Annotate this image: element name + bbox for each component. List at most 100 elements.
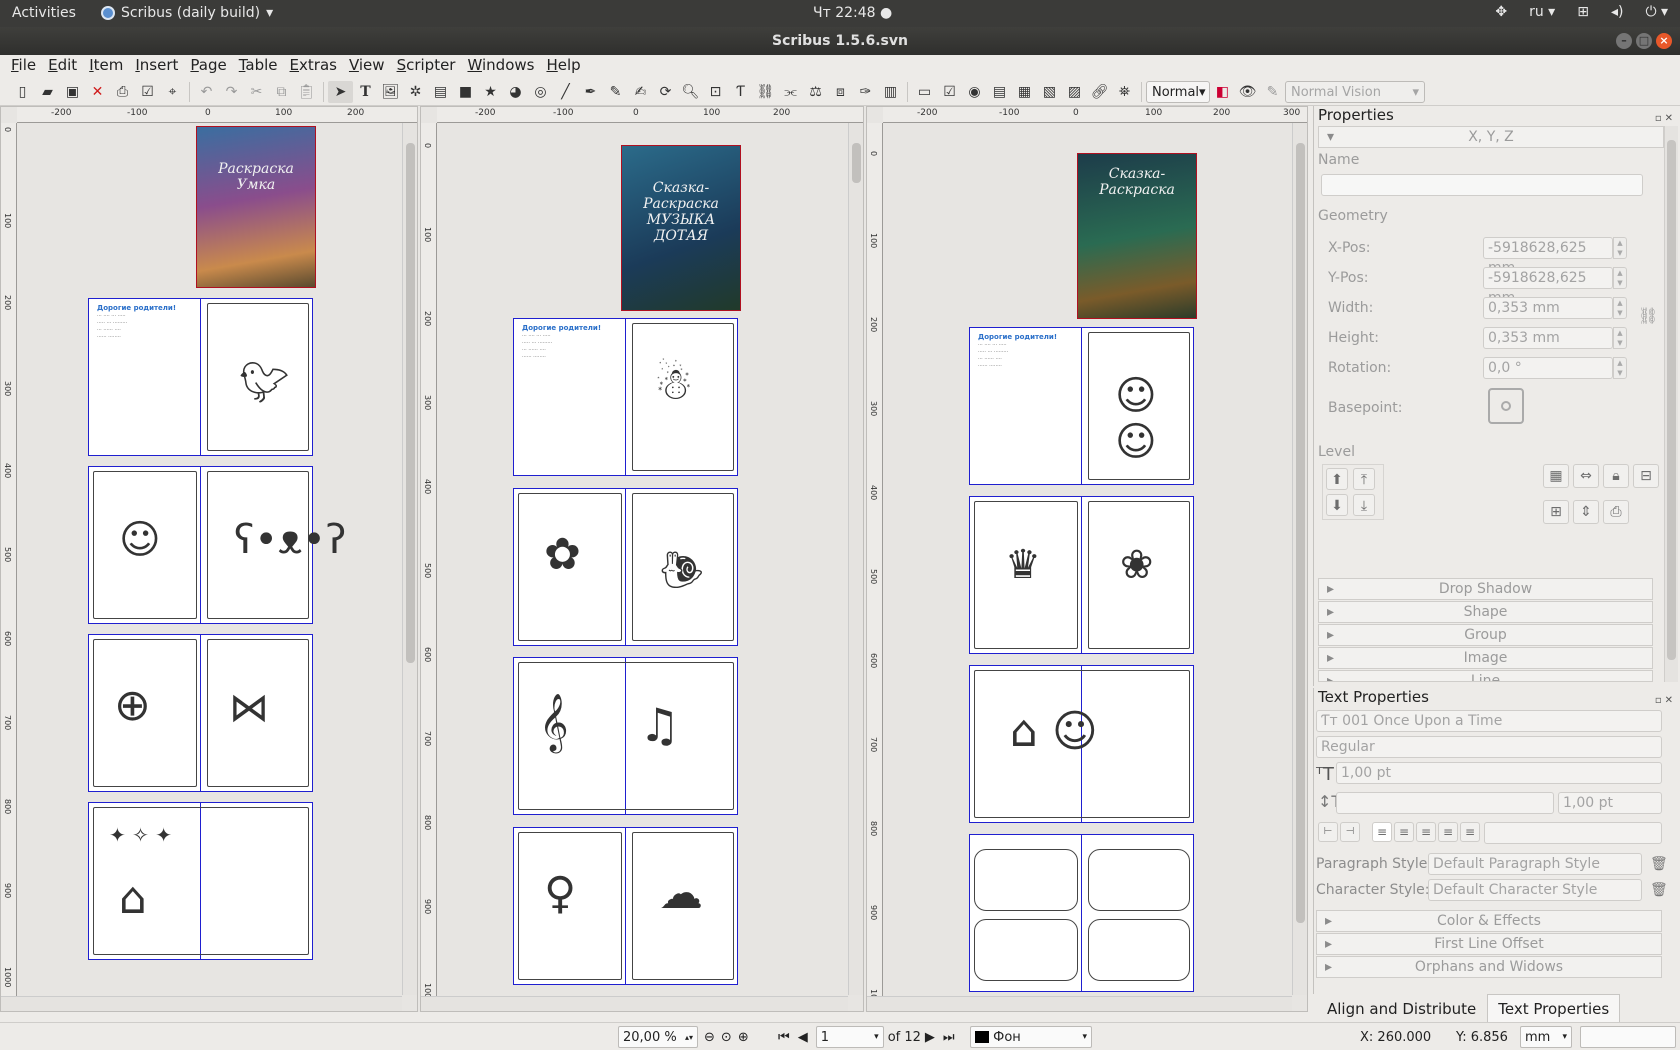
edit-mode-icon[interactable]: ✎ — [1260, 81, 1285, 103]
page-number-field[interactable]: 1 ▾ — [815, 1026, 884, 1048]
paragraph-style-select[interactable]: Default Paragraph Style — [1428, 853, 1642, 875]
status-extra-field[interactable] — [1580, 1026, 1676, 1048]
ypos-field[interactable]: -5918628,625 mm — [1483, 267, 1613, 306]
save-icon[interactable]: ▣ — [60, 81, 85, 103]
menu-insert[interactable]: Insert — [130, 55, 185, 79]
horizontal-scrollbar[interactable] — [421, 996, 848, 1011]
ungroup-icon[interactable]: ⊞ — [1543, 500, 1569, 524]
menu-scripter[interactable]: Scripter — [392, 55, 463, 79]
vertical-scrollbar[interactable] — [1292, 123, 1307, 995]
pdf-action-icon[interactable]: ⛯ — [1112, 81, 1137, 103]
arc-tool-icon[interactable]: ◕ — [503, 81, 528, 103]
preview-mode-icon[interactable]: 👁︎ — [1235, 81, 1260, 103]
trash-icon[interactable]: 🗑︎ — [1650, 882, 1668, 898]
export-pdf-icon[interactable]: ⌖ — [160, 81, 185, 103]
flip-vertical-icon[interactable]: ⇕ — [1573, 500, 1599, 524]
page-spread[interactable]: ✦ ✧ ✦ ⌂ — [88, 802, 313, 960]
document-view-1[interactable]: -200 -100 0 100 200 0 100 200 300 400 50… — [0, 106, 418, 1012]
page-spread[interactable]: Дорогие родители! ··· ···· ··· ····· ·····… — [969, 327, 1194, 485]
menu-file[interactable]: File — [6, 55, 43, 79]
document-view-3[interactable]: -200 -100 0 100 200 300 0 100 200 300 40… — [866, 106, 1308, 1012]
edit-text-icon[interactable]: Ƭ — [728, 81, 753, 103]
alignment-extra-select[interactable] — [1484, 822, 1662, 844]
page-spread[interactable]: ✿ 🐌︎ — [513, 488, 738, 646]
vision-select[interactable]: Normal Vision ▾ — [1285, 81, 1425, 103]
edit-contents-icon[interactable]: ⊡ — [703, 81, 728, 103]
zoom-out-icon[interactable]: ⊖ — [704, 1030, 715, 1045]
tab-align-distribute[interactable]: Align and Distribute — [1316, 994, 1487, 1022]
font-family-select[interactable]: Ƭᴛ 001 Once Upon a Time — [1316, 710, 1662, 732]
align-justify-icon[interactable]: ≡ — [1438, 822, 1458, 842]
copy-properties-icon[interactable]: ⧈ — [828, 81, 853, 103]
barcode-icon[interactable]: ▥ — [878, 81, 903, 103]
vertical-scrollbar[interactable] — [402, 123, 417, 995]
lock-icon[interactable]: 🔒︎ — [1603, 464, 1629, 488]
image-frame-tool-icon[interactable]: 🖼︎ — [378, 81, 403, 103]
page-spread[interactable]: 𝄞 ♫ — [513, 657, 738, 815]
pdf-annotation-icon[interactable]: ▨ — [1062, 81, 1087, 103]
lower-to-bottom-icon[interactable]: ⤓ — [1353, 494, 1375, 516]
properties-scrollbar[interactable] — [1664, 126, 1678, 682]
first-page-icon[interactable]: ⏮ — [778, 1030, 790, 1045]
font-size-field[interactable]: 1,00 pt — [1336, 762, 1662, 784]
zoom-tool-icon[interactable]: 🔍︎ — [678, 81, 703, 103]
horizontal-scrollbar[interactable] — [867, 996, 1292, 1011]
bezier-tool-icon[interactable]: ✒ — [578, 81, 603, 103]
print-icon[interactable]: ⎙ — [110, 81, 135, 103]
pdf-listbox-icon[interactable]: ▧ — [1037, 81, 1062, 103]
table-tool-icon[interactable]: ▤ — [428, 81, 453, 103]
menu-item[interactable]: Item — [84, 55, 130, 79]
page-spread[interactable]: ☺ ʕ•ᴥ•ʔ — [88, 466, 346, 624]
page-spread[interactable]: ⌂ ☺ — [969, 665, 1194, 823]
menu-table[interactable]: Table — [234, 55, 285, 79]
pdf-radio-icon[interactable]: ◉ — [962, 81, 987, 103]
new-document-icon[interactable]: ▯ — [10, 81, 35, 103]
section-drop-shadow[interactable]: Drop Shadow — [1318, 578, 1653, 600]
align-center-icon[interactable]: ≡ — [1394, 822, 1414, 842]
menu-page[interactable]: Page — [185, 55, 233, 79]
close-document-icon[interactable]: ✕ — [85, 81, 110, 103]
pdf-pushbutton-icon[interactable]: ▭ — [912, 81, 937, 103]
chain-link-icon[interactable]: ⛓ — [1638, 306, 1658, 325]
flip-horizontal-icon[interactable]: ⇔ — [1573, 464, 1599, 488]
cut-icon[interactable]: ✂ — [244, 81, 269, 103]
zoom-in-icon[interactable]: ⊕ — [738, 1030, 749, 1045]
raise-to-top-icon[interactable]: ⤒ — [1353, 468, 1375, 490]
lock-size-icon[interactable]: ⊟ — [1633, 464, 1659, 488]
open-folder-icon[interactable]: ▰ — [35, 81, 60, 103]
zoom-100-icon[interactable]: ⊙ — [721, 1030, 732, 1045]
height-field[interactable]: 0,353 mm — [1483, 327, 1613, 349]
dropbox-icon[interactable]: ✥ — [1495, 4, 1507, 20]
xpos-field[interactable]: -5918628,625 mm — [1483, 237, 1613, 276]
menu-edit[interactable]: Edit — [43, 55, 84, 79]
paste-icon[interactable]: 📋︎ — [294, 81, 319, 103]
close-window-button[interactable]: × — [1656, 33, 1672, 49]
pdf-textfield-icon[interactable]: ▤ — [987, 81, 1012, 103]
panel-float-close-icons[interactable]: ▫✕ — [1655, 691, 1676, 710]
polygon-tool-icon[interactable]: ★ — [478, 81, 503, 103]
name-input[interactable] — [1321, 174, 1643, 196]
copy-icon[interactable]: ⧉ — [269, 81, 294, 103]
section-color-effects[interactable]: Color & Effects — [1316, 910, 1662, 932]
preflight-check-icon[interactable]: ☑ — [135, 81, 160, 103]
section-line[interactable]: Line — [1318, 670, 1653, 682]
document-view-2[interactable]: -200 -100 0 100 200 0 100 200 300 400 50… — [420, 106, 864, 1012]
spiral-tool-icon[interactable]: ◎ — [528, 81, 553, 103]
rotation-field[interactable]: 0,0 ° — [1483, 357, 1613, 379]
select-tool-icon[interactable]: ➤ — [328, 81, 353, 103]
group-icon[interactable]: ▦ — [1543, 464, 1569, 488]
pdf-combobox-icon[interactable]: ▦ — [1012, 81, 1037, 103]
font-style-select[interactable]: Regular — [1316, 736, 1662, 758]
minimize-button[interactable]: – — [1616, 33, 1632, 49]
maximize-button[interactable]: □ — [1636, 33, 1652, 49]
link-frames-icon[interactable]: ⛓ — [753, 81, 778, 103]
redo-icon[interactable]: ↷ — [219, 81, 244, 103]
render-frame-tool-icon[interactable]: ✲ — [403, 81, 428, 103]
xpos-spinner[interactable]: ▲ ▼ — [1613, 237, 1627, 259]
horizontal-scrollbar[interactable] — [1, 996, 402, 1011]
height-spinner[interactable]: ▲ ▼ — [1613, 327, 1627, 349]
section-first-line-offset[interactable]: First Line Offset — [1316, 933, 1662, 955]
eyedropper-icon[interactable]: ✑ — [853, 81, 878, 103]
activities-button[interactable]: Activities — [12, 5, 76, 21]
text-direction-rtl-icon[interactable]: ⊣ — [1340, 822, 1360, 842]
